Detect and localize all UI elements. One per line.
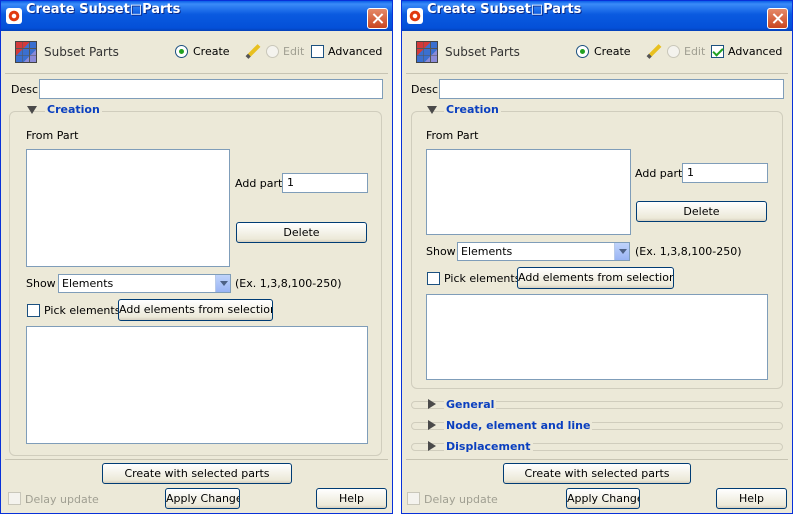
from-part-label: From Part bbox=[26, 129, 79, 142]
header-divider bbox=[5, 73, 388, 74]
edit-radio[interactable] bbox=[266, 45, 279, 58]
create-radio[interactable] bbox=[175, 45, 188, 58]
add-from-selection-tool-button[interactable]: Add elements from selection tool bbox=[118, 299, 273, 321]
app-logo-icon bbox=[407, 8, 423, 24]
close-button[interactable] bbox=[767, 8, 788, 29]
show-select[interactable]: Elements bbox=[58, 274, 231, 293]
create-subset-parts-window-advanced: Create Subset□Parts Subset Parts Create … bbox=[401, 0, 793, 514]
desc-input[interactable] bbox=[39, 79, 383, 99]
collapse-triangle-icon[interactable] bbox=[427, 106, 437, 114]
expand-triangle-icon[interactable] bbox=[428, 420, 436, 430]
delete-button[interactable]: Delete bbox=[636, 201, 767, 222]
window-title: Create Subset□Parts bbox=[26, 2, 181, 17]
create-subset-parts-window-basic: Create Subset□Parts Subset Parts Create … bbox=[0, 0, 393, 514]
show-select-value: Elements bbox=[62, 277, 114, 290]
selected-elements-list[interactable] bbox=[426, 294, 768, 380]
add-part-input[interactable]: 1 bbox=[282, 173, 368, 193]
create-radio[interactable] bbox=[576, 45, 589, 58]
section-general-title[interactable]: General bbox=[444, 398, 497, 411]
create-with-selected-parts-button[interactable]: Create with selected parts bbox=[503, 463, 691, 484]
apply-changes-button[interactable]: Apply Changes bbox=[566, 488, 640, 509]
title-bar[interactable]: Create Subset□Parts bbox=[1, 1, 392, 31]
section-displacement-title[interactable]: Displacement bbox=[444, 440, 533, 453]
pencil-icon bbox=[646, 44, 662, 60]
app-logo-icon bbox=[6, 8, 22, 24]
subset-parts-icon bbox=[15, 41, 37, 63]
add-from-selection-tool-button[interactable]: Add elements from selection tool bbox=[517, 267, 674, 289]
example-hint: (Ex. 1,3,8,100-250) bbox=[635, 245, 742, 258]
desc-label: Desc. bbox=[411, 83, 442, 96]
footer-divider bbox=[5, 459, 388, 460]
advanced-checkbox[interactable] bbox=[311, 45, 324, 58]
add-part-label: Add part bbox=[635, 167, 683, 180]
creation-section-title[interactable]: Creation bbox=[444, 103, 501, 116]
show-select-value: Elements bbox=[461, 245, 513, 258]
create-with-selected-parts-button[interactable]: Create with selected parts bbox=[102, 463, 292, 484]
window-title: Create Subset□Parts bbox=[427, 2, 582, 17]
pick-elements-label: Pick elements bbox=[444, 272, 521, 285]
footer-divider bbox=[406, 459, 788, 460]
from-part-label: From Part bbox=[426, 129, 479, 142]
edit-radio-label: Edit bbox=[283, 45, 305, 58]
add-part-label: Add part bbox=[235, 177, 283, 190]
apply-changes-button[interactable]: Apply Changes bbox=[165, 488, 240, 509]
help-button[interactable]: Help bbox=[316, 488, 387, 509]
create-radio-label: Create bbox=[193, 45, 230, 58]
delete-button[interactable]: Delete bbox=[236, 222, 367, 243]
desc-label: Desc. bbox=[11, 83, 42, 96]
show-select[interactable]: Elements bbox=[457, 242, 630, 261]
expand-triangle-icon[interactable] bbox=[428, 399, 436, 409]
subset-parts-icon bbox=[416, 41, 438, 63]
delay-update-checkbox[interactable] bbox=[407, 492, 420, 505]
pick-elements-label: Pick elements bbox=[44, 304, 121, 317]
show-label: Show bbox=[426, 245, 456, 258]
delay-update-label: Delay update bbox=[424, 493, 498, 506]
panel-title: Subset Parts bbox=[445, 45, 520, 59]
close-button[interactable] bbox=[367, 8, 388, 29]
desc-input[interactable] bbox=[439, 79, 784, 99]
pick-elements-checkbox[interactable] bbox=[27, 304, 40, 317]
from-part-list[interactable] bbox=[426, 149, 631, 235]
delay-update-label: Delay update bbox=[25, 493, 99, 506]
example-hint: (Ex. 1,3,8,100-250) bbox=[235, 277, 342, 290]
edit-radio[interactable] bbox=[667, 45, 680, 58]
pencil-icon bbox=[245, 44, 261, 60]
delay-update-checkbox[interactable] bbox=[8, 492, 21, 505]
edit-radio-label: Edit bbox=[684, 45, 706, 58]
section-node-element-line-title[interactable]: Node, element and line bbox=[444, 419, 593, 432]
chevron-down-icon[interactable] bbox=[215, 275, 230, 292]
advanced-label: Advanced bbox=[328, 45, 383, 58]
panel-title: Subset Parts bbox=[44, 45, 119, 59]
creation-section-title[interactable]: Creation bbox=[45, 103, 102, 116]
title-bar[interactable]: Create Subset□Parts bbox=[402, 1, 792, 31]
from-part-list[interactable] bbox=[26, 149, 230, 267]
expand-triangle-icon[interactable] bbox=[428, 441, 436, 451]
add-part-input[interactable]: 1 bbox=[682, 163, 768, 183]
header-divider bbox=[406, 73, 788, 74]
advanced-label: Advanced bbox=[728, 45, 783, 58]
chevron-down-icon[interactable] bbox=[614, 243, 629, 260]
advanced-checkbox[interactable] bbox=[711, 45, 724, 58]
pick-elements-checkbox[interactable] bbox=[427, 272, 440, 285]
show-label: Show bbox=[26, 277, 56, 290]
help-button[interactable]: Help bbox=[716, 488, 787, 509]
create-radio-label: Create bbox=[594, 45, 631, 58]
collapse-triangle-icon[interactable] bbox=[27, 106, 37, 114]
selected-elements-list[interactable] bbox=[26, 326, 368, 444]
